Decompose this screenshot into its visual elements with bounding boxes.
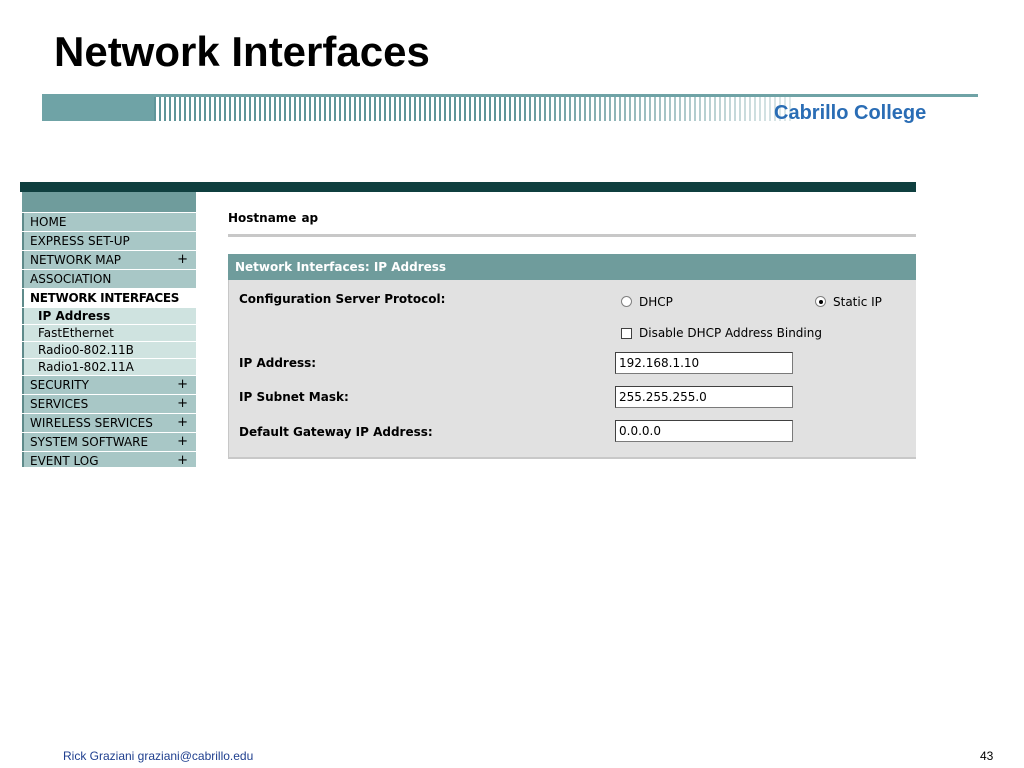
- sidebar-item-association[interactable]: ASSOCIATION: [22, 270, 196, 288]
- college-logo-text: Cabrillo College: [774, 102, 927, 124]
- expand-plus-icon[interactable]: +: [177, 452, 188, 467]
- disable-dhcp-binding-checkbox[interactable]: [621, 328, 632, 339]
- default-gateway-input[interactable]: 0.0.0.0: [615, 420, 793, 442]
- default-gateway-label: Default Gateway IP Address:: [239, 425, 433, 439]
- sidebar-item-label: NETWORK INTERFACES: [30, 291, 180, 305]
- dhcp-radio[interactable]: [621, 296, 632, 307]
- college-banner: Cabrillo College: [42, 92, 978, 124]
- sidebar-item-network-map[interactable]: NETWORK MAP +: [22, 251, 196, 269]
- sidebar-item-express-setup[interactable]: EXPRESS SET-UP: [22, 232, 196, 250]
- access-point-web-ui: HOME EXPRESS SET-UP NETWORK MAP + ASSOCI…: [20, 182, 916, 467]
- sidebar-item-label: ASSOCIATION: [30, 272, 112, 286]
- disable-dhcp-binding-label: Disable DHCP Address Binding: [639, 326, 822, 340]
- sidebar-item-services[interactable]: SERVICES +: [22, 395, 196, 413]
- main-content: Hostname ap Network Interfaces: IP Addres…: [228, 192, 916, 467]
- ip-address-form: Configuration Server Protocol: DHCP Stat…: [228, 280, 916, 457]
- sidebar-item-security[interactable]: SECURITY +: [22, 376, 196, 394]
- sidebar-item-network-interfaces[interactable]: NETWORK INTERFACES: [22, 289, 196, 307]
- sidebar-item-label: WIRELESS SERVICES: [30, 416, 153, 430]
- slide-title: Network Interfaces: [54, 28, 430, 75]
- sidebar-menu: HOME EXPRESS SET-UP NETWORK MAP + ASSOCI…: [22, 213, 196, 467]
- expand-plus-icon[interactable]: +: [177, 433, 188, 451]
- sidebar-nav: HOME EXPRESS SET-UP NETWORK MAP + ASSOCI…: [20, 192, 196, 467]
- sidebar-item-label: SECURITY: [30, 378, 89, 392]
- footer-author: Rick Graziani graziani@cabrillo.edu: [63, 749, 254, 763]
- dhcp-radio-label: DHCP: [639, 295, 673, 309]
- ip-address-input[interactable]: 192.168.1.10: [615, 352, 793, 374]
- config-protocol-label: Configuration Server Protocol:: [239, 292, 446, 306]
- sidebar-subitem-radio1[interactable]: Radio1-802.11A: [22, 359, 196, 375]
- expand-plus-icon[interactable]: +: [177, 414, 188, 432]
- expand-plus-icon[interactable]: +: [177, 251, 188, 269]
- sidebar-item-wireless-services[interactable]: WIRELESS SERVICES +: [22, 414, 196, 432]
- banner-block: [42, 97, 154, 121]
- sidebar-item-system-software[interactable]: SYSTEM SOFTWARE +: [22, 433, 196, 451]
- ui-top-bar: [20, 182, 916, 192]
- sidebar-item-home[interactable]: HOME: [22, 213, 196, 231]
- sidebar-item-label: SERVICES: [30, 397, 89, 411]
- ip-address-label: IP Address:: [239, 356, 317, 370]
- banner-stripes: [154, 97, 794, 121]
- panel-title: Network Interfaces: IP Address: [228, 254, 916, 280]
- hostname-label: Hostname: [228, 211, 297, 225]
- static-ip-radio-label: Static IP: [833, 295, 882, 309]
- sidebar-item-label: SYSTEM SOFTWARE: [30, 435, 149, 449]
- sidebar-item-label: EXPRESS SET-UP: [30, 234, 130, 248]
- sidebar-subitem-fastethernet[interactable]: FastEthernet: [22, 325, 196, 341]
- header-divider: [228, 234, 916, 237]
- sidebar-subitem-radio0[interactable]: Radio0-802.11B: [22, 342, 196, 358]
- subnet-mask-label: IP Subnet Mask:: [239, 390, 349, 404]
- sidebar-item-label: EVENT LOG: [30, 454, 99, 467]
- sidebar-subitem-ip-address[interactable]: IP Address: [22, 308, 196, 324]
- expand-plus-icon[interactable]: +: [177, 395, 188, 413]
- hostname-value: ap: [301, 211, 319, 225]
- expand-plus-icon[interactable]: +: [177, 376, 188, 394]
- page-number: 43: [980, 749, 994, 763]
- hostname-row: Hostname ap: [228, 211, 318, 225]
- sidebar-item-label: NETWORK MAP: [30, 253, 122, 267]
- panel-bottom-rule: [228, 457, 916, 459]
- sidebar-item-event-log[interactable]: EVENT LOG +: [22, 452, 196, 467]
- subnet-mask-input[interactable]: 255.255.255.0: [615, 386, 793, 408]
- sidebar-header: [22, 192, 196, 212]
- static-ip-radio[interactable]: [815, 296, 826, 307]
- sidebar-item-label: HOME: [30, 215, 67, 229]
